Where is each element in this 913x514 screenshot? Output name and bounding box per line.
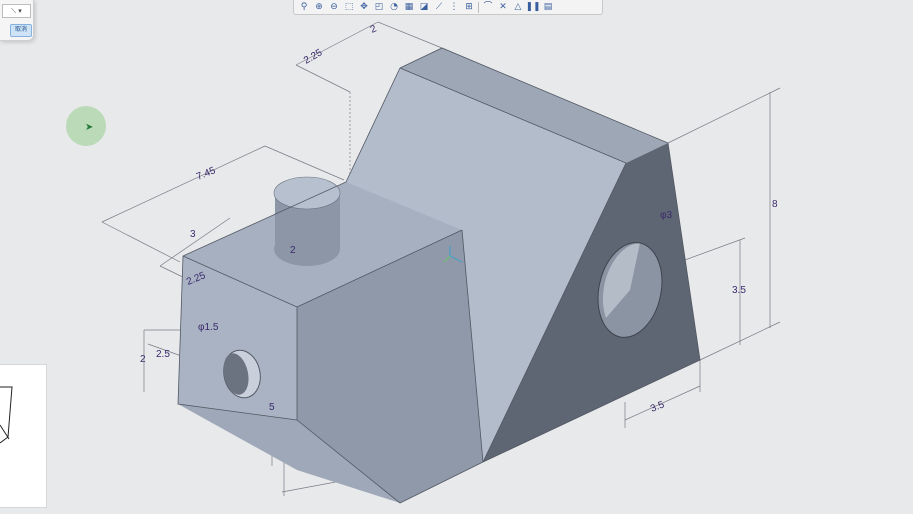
spin-center-icon[interactable]: ✕ (496, 1, 510, 14)
display-style-icon[interactable]: ▦ (402, 1, 416, 14)
datum-display-icon[interactable]: ⋮ (447, 1, 461, 14)
view-orientation-icon[interactable]: ◰ (372, 1, 386, 14)
appearance-icon[interactable]: ◔ (387, 1, 401, 14)
toolbar-separator (478, 1, 479, 13)
dim-2-left[interactable]: 2 (140, 354, 146, 365)
thumbnail-sketch (0, 386, 13, 444)
view-toolbar: ⚲ ⊕ ⊖ ⬚ ✥ ◰ ◔ ▦ ◪ ⟋ ⋮ ⊞ ⌒ ✕ △ ❚❚ ▤ (293, 0, 603, 15)
sketch-thumbnail[interactable] (0, 364, 47, 508)
zoom-icon[interactable]: ⚲ (297, 1, 311, 14)
model-canvas[interactable]: 2 2.25 7.45 3 2 2.25 φ1.5 2.5 2 5 φ3 8 3… (0, 0, 913, 508)
dim-2-top[interactable]: 2 (369, 23, 379, 35)
refit-icon[interactable]: ⬚ (342, 1, 356, 14)
dim-3-5-right[interactable]: 3.5 (732, 285, 746, 296)
dim-phi-1-5[interactable]: φ1.5 (198, 322, 219, 333)
saved-views-icon[interactable]: ◪ (417, 1, 431, 14)
dim-3[interactable]: 3 (190, 229, 196, 240)
mouse-cursor-icon: ➤ (85, 122, 94, 133)
cancel-button[interactable]: 取消 (10, 24, 32, 37)
drawing-icon[interactable]: △ (511, 1, 525, 14)
zoom-out-icon[interactable]: ⊖ (327, 1, 341, 14)
mini-dialog: ⟍ ▾ 取消 (0, 0, 34, 41)
dim-7-45[interactable]: 7.45 (195, 165, 218, 183)
pan-icon[interactable]: ✥ (357, 1, 371, 14)
pause-icon[interactable]: ❚❚ (525, 1, 540, 14)
dim-phi-3[interactable]: φ3 (660, 210, 672, 221)
more-icon[interactable]: ▤ (541, 1, 555, 14)
line-style-dropdown[interactable]: ⟍ ▾ (2, 4, 31, 18)
dim-2-5[interactable]: 2.5 (156, 349, 170, 360)
dim-5[interactable]: 5 (269, 402, 275, 413)
model-viewport[interactable]: 2 2.25 7.45 3 2 2.25 φ1.5 2.5 2 5 φ3 8 3… (0, 0, 913, 508)
section-icon[interactable]: ⌒ (481, 1, 495, 14)
dim-8[interactable]: 8 (772, 199, 778, 210)
dim-3-5-bottom[interactable]: 3.5 (649, 399, 666, 415)
dim-2-25-top[interactable]: 2.25 (302, 47, 325, 66)
annotation-icon[interactable]: ⊞ (462, 1, 476, 14)
dim-2-boss[interactable]: 2 (290, 245, 296, 256)
perspective-icon[interactable]: ⟋ (432, 1, 446, 14)
zoom-in-icon[interactable]: ⊕ (312, 1, 326, 14)
